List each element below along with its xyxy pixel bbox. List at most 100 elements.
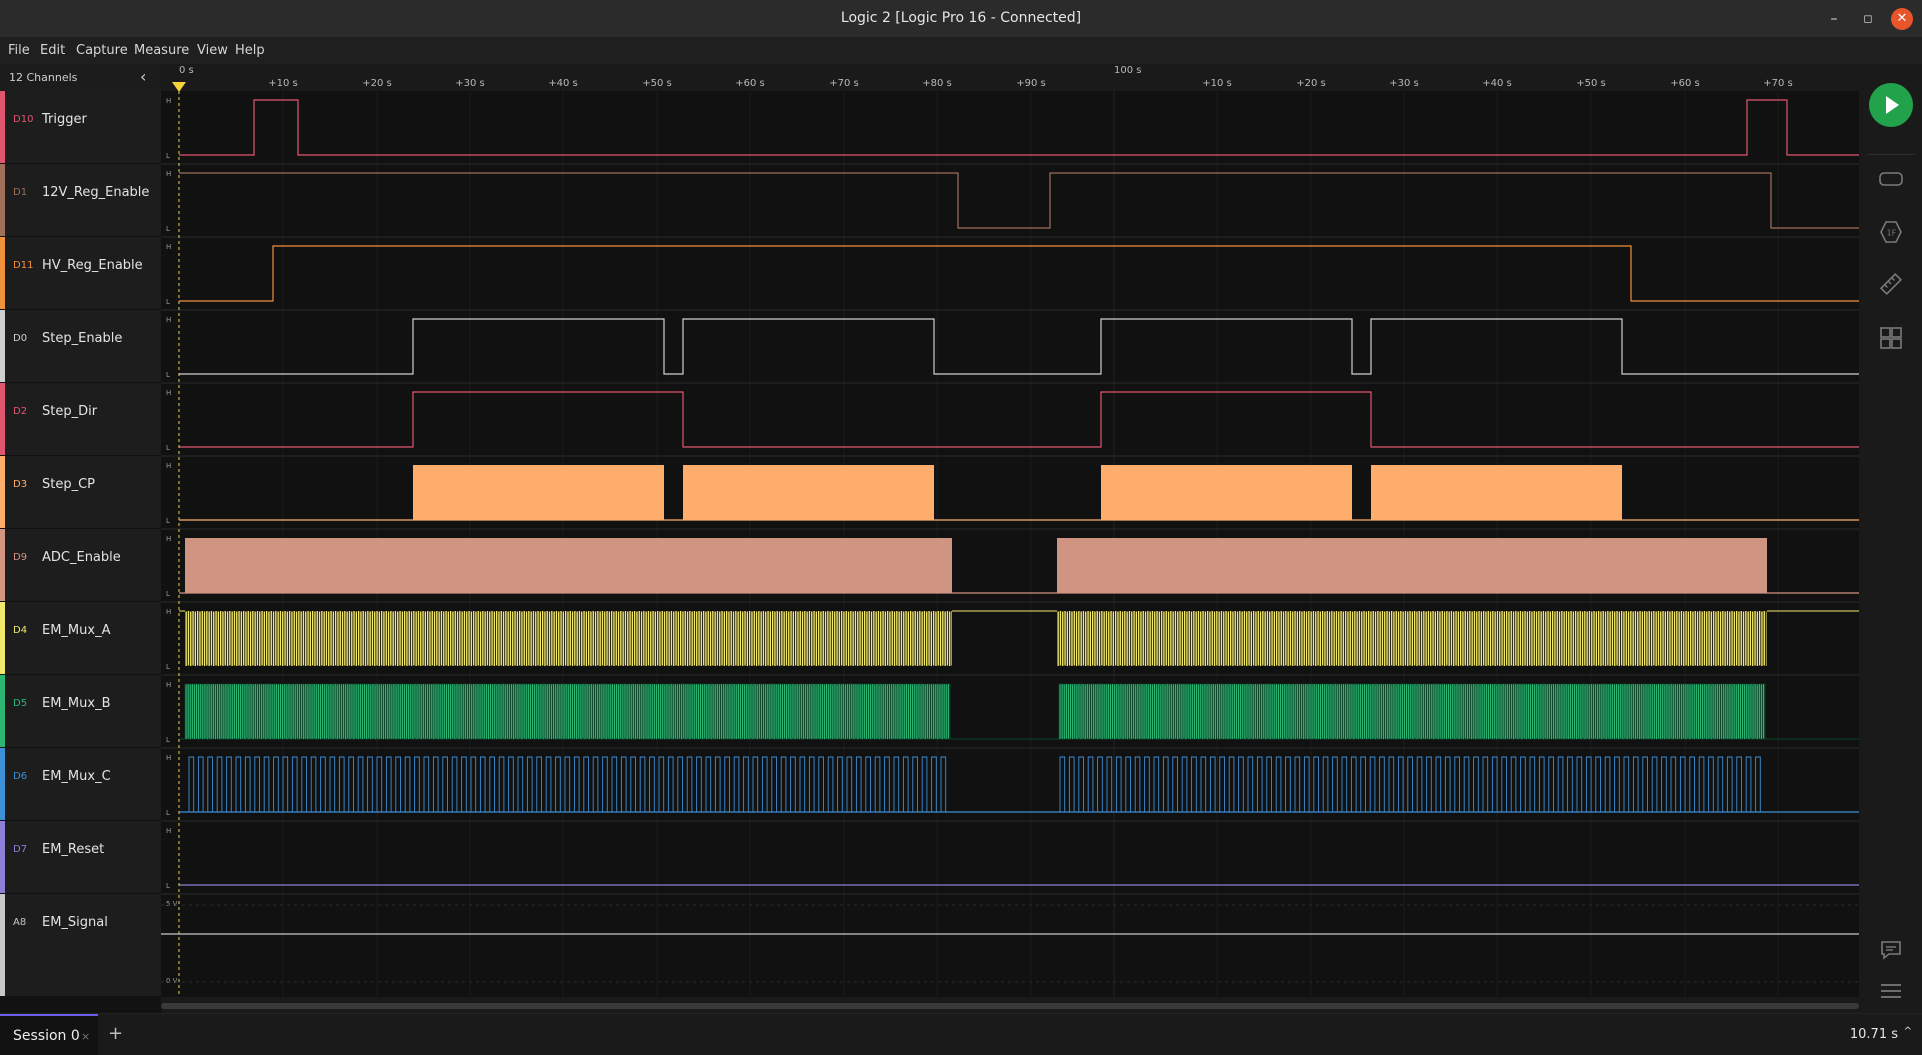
- channel-id: D4: [13, 625, 28, 636]
- channel-name: EM_Mux_B: [42, 696, 111, 711]
- channel-row-d7[interactable]: D7 EM_Reset: [0, 821, 161, 894]
- signal-trace: [179, 391, 1859, 448]
- channel-id: D3: [13, 479, 28, 490]
- scrollbar-thumb[interactable]: [161, 1003, 1859, 1009]
- menu-icon[interactable]: [1879, 979, 1903, 1003]
- level-high-label: H: [166, 535, 171, 543]
- analyzers-icon[interactable]: [1879, 167, 1903, 191]
- channel-name: ADC_Enable: [42, 550, 121, 565]
- start-capture-button[interactable]: [1869, 83, 1913, 127]
- tick-label: +80 s: [922, 78, 952, 89]
- close-button[interactable]: ✕: [1891, 8, 1913, 30]
- channel-row-d2[interactable]: D2 Step_Dir: [0, 383, 161, 456]
- capture-duration[interactable]: 10.71 s: [1850, 1027, 1898, 1042]
- trigger-marker-icon[interactable]: [170, 80, 190, 100]
- level-low-label: L: [166, 517, 170, 525]
- channel-row-d4[interactable]: D4 EM_Mux_A: [0, 602, 161, 675]
- step-cp-burst: [1101, 465, 1352, 520]
- clock-trace: [188, 756, 950, 813]
- tick-label: +10 s: [1202, 78, 1232, 89]
- play-icon: [1886, 96, 1899, 114]
- channel-row-d0[interactable]: D0 Step_Enable: [0, 310, 161, 383]
- signal-trace: [179, 99, 1859, 156]
- menu-file[interactable]: File: [8, 43, 30, 58]
- channel-name: HV_Reg_Enable: [42, 258, 143, 273]
- channel-name: EM_Mux_C: [42, 769, 111, 784]
- maximize-button[interactable]: ◻: [1857, 8, 1879, 30]
- level-high-label: H: [166, 316, 171, 324]
- add-session-button[interactable]: +: [108, 1023, 123, 1044]
- channel-row-d6[interactable]: D6 EM_Mux_C: [0, 748, 161, 821]
- step-cp-burst: [413, 465, 664, 520]
- level-high-label: H: [166, 681, 171, 689]
- channel-id: D6: [13, 771, 28, 782]
- level-low-label: 0 V: [166, 977, 178, 985]
- channel-id: D5: [13, 698, 28, 709]
- menu-edit[interactable]: Edit: [40, 43, 65, 58]
- measure-icon[interactable]: [1879, 272, 1903, 296]
- chevron-up-icon[interactable]: ^: [1904, 1026, 1912, 1037]
- level-low-label: L: [166, 298, 170, 306]
- channel-name: Step_Enable: [42, 331, 123, 346]
- channel-row-d3[interactable]: D3 Step_CP: [0, 456, 161, 529]
- step-cp-burst: [1371, 465, 1622, 520]
- svg-text:1F: 1F: [1887, 229, 1897, 238]
- channel-color-strip: [0, 383, 5, 455]
- channel-row-a8[interactable]: A8 EM_Signal: [0, 894, 161, 997]
- close-tab-icon[interactable]: ×: [81, 1030, 90, 1043]
- mux-burst-fill: [1057, 611, 1767, 666]
- tab-session-0[interactable]: Session 0 ×: [0, 1014, 98, 1055]
- tick-label: +60 s: [1670, 78, 1700, 89]
- horizontal-scrollbar[interactable]: [161, 997, 1859, 1013]
- extensions-icon[interactable]: 1F: [1879, 220, 1903, 244]
- channel-color-strip: [0, 310, 5, 382]
- level-high-label: H: [166, 170, 171, 178]
- channel-color-strip: [0, 456, 5, 528]
- level-high-label: H: [166, 608, 171, 616]
- tick-label: +40 s: [548, 78, 578, 89]
- signal-trace: [179, 318, 1859, 375]
- waveform-view[interactable]: HLHLHLHLHLHLHLHLHLHLHL5 V0 V: [161, 91, 1859, 997]
- channel-color-strip: [0, 675, 5, 747]
- menu-capture[interactable]: Capture: [76, 43, 128, 58]
- channel-row-d9[interactable]: D9 ADC_Enable: [0, 529, 161, 602]
- level-low-label: L: [166, 736, 170, 744]
- channel-name: Step_CP: [42, 477, 96, 492]
- step-cp-burst: [683, 465, 934, 520]
- tick-label: +30 s: [1389, 78, 1419, 89]
- notes-icon[interactable]: [1879, 938, 1903, 962]
- grid-icon[interactable]: [1879, 326, 1903, 350]
- channel-id: D0: [13, 333, 28, 344]
- menu-measure[interactable]: Measure: [134, 43, 189, 58]
- channel-row-d1[interactable]: D1 12V_Reg_Enable: [0, 164, 161, 237]
- channel-name: EM_Mux_A: [42, 623, 111, 638]
- tick-label: +60 s: [735, 78, 765, 89]
- channel-id: D9: [13, 552, 28, 563]
- time-ruler[interactable]: 0 s 100 s +10 s +20 s +30 s +40 s +50 s +60 s…: [161, 64, 1859, 91]
- right-toolbar: 1F: [1859, 64, 1922, 1013]
- menu-help[interactable]: Help: [235, 43, 265, 58]
- level-low-label: L: [166, 225, 170, 233]
- channel-row-d5[interactable]: D5 EM_Mux_B: [0, 675, 161, 748]
- adc-enable-burst: [185, 538, 952, 593]
- waveform-canvas[interactable]: HLHLHLHLHLHLHLHLHLHLHL5 V0 V: [161, 91, 1859, 997]
- level-high-label: H: [166, 827, 171, 835]
- level-low-label: L: [166, 809, 170, 817]
- channel-id: D1: [13, 187, 28, 198]
- channel-name: EM_Signal: [42, 915, 108, 930]
- session-tab-label: Session 0: [13, 1028, 80, 1044]
- channel-row-d10[interactable]: D10 Trigger: [0, 91, 161, 164]
- channel-row-d11[interactable]: D11 HV_Reg_Enable: [0, 237, 161, 310]
- channel-name: Trigger: [42, 112, 87, 127]
- signal-trace: [179, 245, 1859, 302]
- menu-view[interactable]: View: [197, 43, 228, 58]
- level-low-label: L: [166, 663, 170, 671]
- tick-label: +40 s: [1482, 78, 1512, 89]
- level-low-label: L: [166, 371, 170, 379]
- minimize-button[interactable]: –: [1823, 8, 1845, 30]
- level-low-label: L: [166, 882, 170, 890]
- chevron-left-icon[interactable]: ‹: [140, 67, 146, 86]
- channel-id: D7: [13, 844, 28, 855]
- tick-label: +50 s: [1576, 78, 1606, 89]
- channel-name: EM_Reset: [42, 842, 105, 857]
